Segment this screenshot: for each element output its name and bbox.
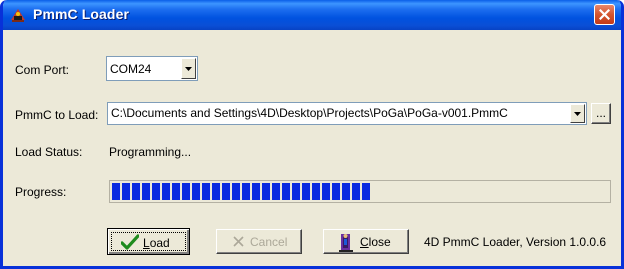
pmmc-file-path: C:\Documents and Settings\4D\Desktop\Pro…: [111, 106, 508, 120]
pmmc-to-load-label: PmmC to Load:: [15, 108, 99, 122]
window-title: PmmC Loader: [33, 6, 130, 22]
progress-bar: [109, 180, 611, 203]
cancel-button-label: Cancel: [250, 235, 288, 249]
loader-app-icon: [11, 9, 25, 22]
close-icon: [599, 9, 610, 20]
title-bar[interactable]: PmmC Loader: [3, 0, 621, 30]
pmmc-loader-window: PmmC Loader Com Port: COM24 PmmC to Load…: [0, 0, 624, 269]
com-port-select[interactable]: COM24: [106, 56, 198, 81]
chevron-down-icon: [574, 111, 581, 116]
progress-fill: [112, 183, 370, 200]
load-button-label: Load: [143, 236, 170, 250]
x-cancel-icon: [233, 236, 244, 247]
close-window-button[interactable]: [594, 4, 615, 25]
pmmc-file-select[interactable]: C:\Documents and Settings\4D\Desktop\Pro…: [107, 102, 587, 125]
chevron-down-icon: [185, 66, 192, 71]
close-button[interactable]: Close: [323, 229, 409, 254]
door-exit-icon: [339, 234, 353, 252]
load-button[interactable]: Load: [107, 228, 190, 255]
com-port-dropdown-button[interactable]: [181, 58, 196, 79]
cancel-button[interactable]: Cancel: [216, 229, 302, 254]
close-button-label: Close: [360, 235, 391, 249]
version-text: 4D PmmC Loader, Version 1.0.0.6: [424, 235, 607, 249]
com-port-value: COM24: [110, 62, 152, 76]
checkmark-icon: [121, 234, 139, 250]
pmmc-file-dropdown-button[interactable]: [570, 104, 585, 123]
progress-label: Progress:: [15, 185, 67, 199]
load-status-value: Programming...: [109, 145, 192, 159]
browse-button[interactable]: ...: [591, 103, 611, 124]
browse-button-label: ...: [596, 106, 607, 120]
load-status-label: Load Status:: [15, 145, 83, 159]
com-port-label: Com Port:: [15, 63, 70, 77]
